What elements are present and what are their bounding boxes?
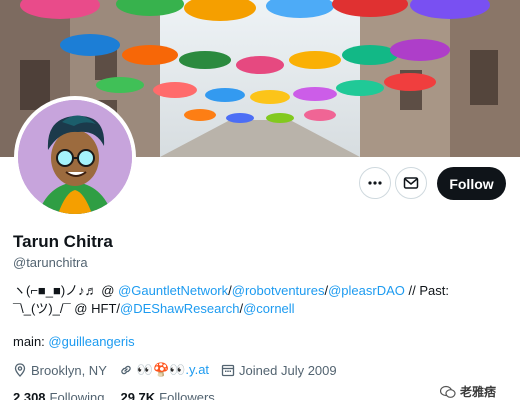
bio-line-2: ¯\_(ツ)_/¯ @ HFT/@DEShawResearch/@cornell	[13, 300, 493, 318]
bio-text: // Past:	[404, 283, 449, 298]
more-options-button[interactable]	[359, 167, 391, 199]
following-label[interactable]: Following	[50, 390, 105, 400]
avatar-image	[18, 100, 132, 214]
mention-link[interactable]: @cornell	[243, 301, 295, 316]
bio-main-line: main: @guilleangeris	[13, 334, 135, 349]
mention-link[interactable]: @robotventures	[232, 283, 325, 298]
website[interactable]: 👀🍄👀.y.at	[119, 362, 209, 378]
bio-text: ヽ(⌐■_■)ノ♪♬ @	[13, 283, 119, 298]
avatar[interactable]	[14, 96, 136, 218]
bio-line-1: ヽ(⌐■_■)ノ♪♬ @ @GauntletNetwork/@robotvent…	[13, 282, 493, 300]
location-pin-icon	[14, 363, 26, 377]
message-button[interactable]	[395, 167, 427, 199]
following-count[interactable]: 2,308	[13, 390, 46, 400]
calendar-icon	[221, 364, 235, 377]
mention-link[interactable]: @DEShawResearch	[120, 301, 239, 316]
join-date-text: Joined July 2009	[239, 362, 337, 378]
link-icon	[121, 365, 131, 375]
bio-text: ¯\_(ツ)_/¯ @ HFT/	[13, 301, 121, 316]
join-date: Joined July 2009	[221, 363, 337, 378]
mention-link[interactable]: @GauntletNetwork	[118, 283, 228, 298]
display-name: Tarun Chitra	[13, 232, 113, 251]
user-handle: @tarunchitra	[13, 255, 88, 270]
envelope-icon	[403, 177, 419, 189]
wechat-icon	[440, 385, 456, 398]
followers-label[interactable]: Followers	[159, 390, 215, 400]
bio-text: main:	[13, 334, 49, 349]
followers-count[interactable]: 29.7K	[120, 390, 155, 400]
website-link[interactable]: 👀🍄👀.y.at	[137, 362, 209, 378]
profile-meta: Brooklyn, NY 👀🍄👀.y.at Joined July 2009	[13, 362, 349, 378]
follow-counts: 2,308 Following 29.7K Followers	[13, 390, 231, 400]
location: Brooklyn, NY	[13, 363, 107, 378]
mention-link[interactable]: @guilleangeris	[48, 334, 134, 349]
watermark-text: 老雅痞	[460, 385, 497, 399]
more-dots-icon	[368, 181, 382, 185]
watermark: 老雅痞	[440, 383, 496, 400]
location-text: Brooklyn, NY	[31, 362, 107, 378]
bio: ヽ(⌐■_■)ノ♪♬ @ @GauntletNetwork/@robotvent…	[13, 282, 493, 318]
follow-button[interactable]: Follow	[437, 167, 506, 200]
mention-link[interactable]: @pleasrDAO	[328, 283, 405, 298]
